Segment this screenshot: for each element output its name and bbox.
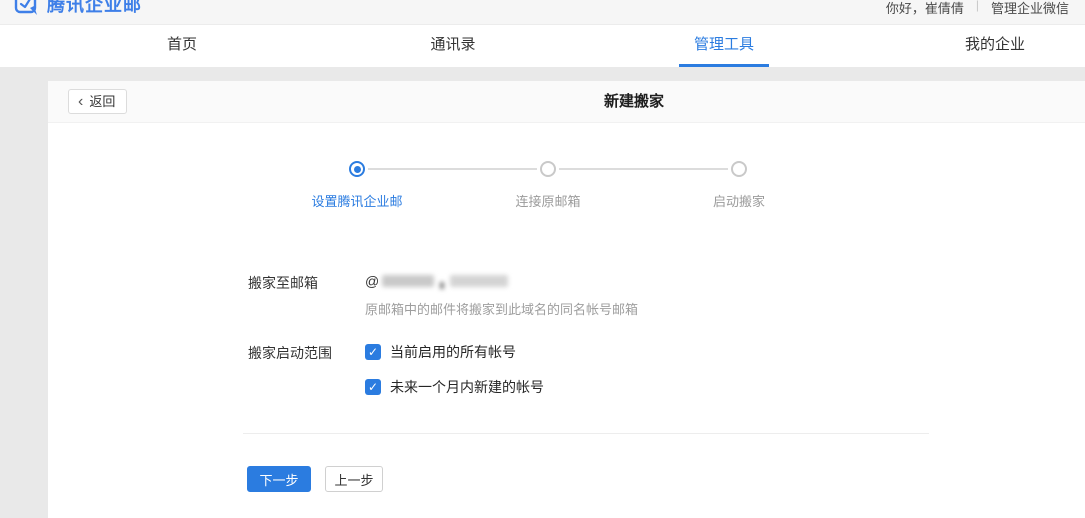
checkbox-label-current-accounts[interactable]: 当前启用的所有帐号 (390, 342, 516, 362)
back-button[interactable]: ‹ 返回 (68, 89, 127, 114)
tab-contacts[interactable]: 通讯录 (430, 25, 475, 67)
target-mailbox-value: @ (365, 273, 508, 289)
tab-home[interactable]: 首页 (167, 25, 197, 67)
primary-nav: 首页 通讯录 管理工具 我的企业 (0, 25, 1085, 67)
step-connector-2 (559, 168, 728, 170)
step-connector-1 (368, 168, 537, 170)
scope-option-current-accounts[interactable]: ✓ 当前启用的所有帐号 (365, 342, 516, 362)
card-header: ‹ 返回 新建搬家 (48, 81, 1085, 123)
step-label-connect: 连接原邮箱 (468, 191, 628, 210)
content-card: ‹ 返回 新建搬家 设置腾讯企业邮 连接原邮箱 启动搬家 搬家至邮箱 @ 原邮箱… (48, 81, 1085, 518)
logo-text: 腾讯企业邮 (47, 0, 142, 17)
page-title: 新建搬家 (514, 81, 754, 123)
active-tab-underline (679, 64, 769, 67)
topbar: 腾讯企业邮 你好，崔倩倩 | 管理企业微信 (0, 0, 1085, 25)
topbar-separator: | (976, 0, 979, 12)
mailbox-at-prefix: @ (365, 273, 379, 289)
checkbox-future-accounts[interactable]: ✓ (365, 379, 381, 395)
tab-my-company[interactable]: 我的企业 (965, 25, 1025, 67)
step-indicator-start (731, 161, 747, 177)
redacted-domain-value (382, 274, 508, 289)
checkbox-current-accounts[interactable]: ✓ (365, 344, 381, 360)
back-chevron-icon: ‹ (78, 91, 83, 112)
step-label-start: 启动搬家 (659, 191, 819, 210)
next-step-button[interactable]: 下一步 (247, 466, 311, 492)
app-logo: 腾讯企业邮 (14, 0, 142, 17)
target-mailbox-hint: 原邮箱中的邮件将搬家到此域名的同名帐号邮箱 (365, 299, 638, 318)
scope-label: 搬家启动范围 (248, 343, 332, 363)
step-active-dot (354, 166, 361, 173)
section-divider-band (0, 67, 1085, 81)
main-area: ‹ 返回 新建搬家 设置腾讯企业邮 连接原邮箱 启动搬家 搬家至邮箱 @ 原邮箱… (0, 81, 1085, 518)
target-mailbox-label: 搬家至邮箱 (248, 273, 318, 293)
tab-admin-tools[interactable]: 管理工具 (694, 25, 754, 67)
form-divider (243, 433, 929, 434)
user-greeting: 你好，崔倩倩 (886, 0, 964, 17)
manage-wecom-link[interactable]: 管理企业微信 (991, 0, 1069, 17)
scope-option-future-accounts[interactable]: ✓ 未来一个月内新建的帐号 (365, 377, 544, 397)
step-indicator-connect (540, 161, 556, 177)
step-indicator-setup (349, 161, 365, 177)
exmail-logo-icon (14, 0, 40, 17)
back-button-label: 返回 (89, 90, 115, 113)
checkbox-label-future-accounts[interactable]: 未来一个月内新建的帐号 (390, 377, 544, 397)
previous-step-button[interactable]: 上一步 (325, 466, 383, 492)
step-label-setup: 设置腾讯企业邮 (277, 191, 437, 210)
